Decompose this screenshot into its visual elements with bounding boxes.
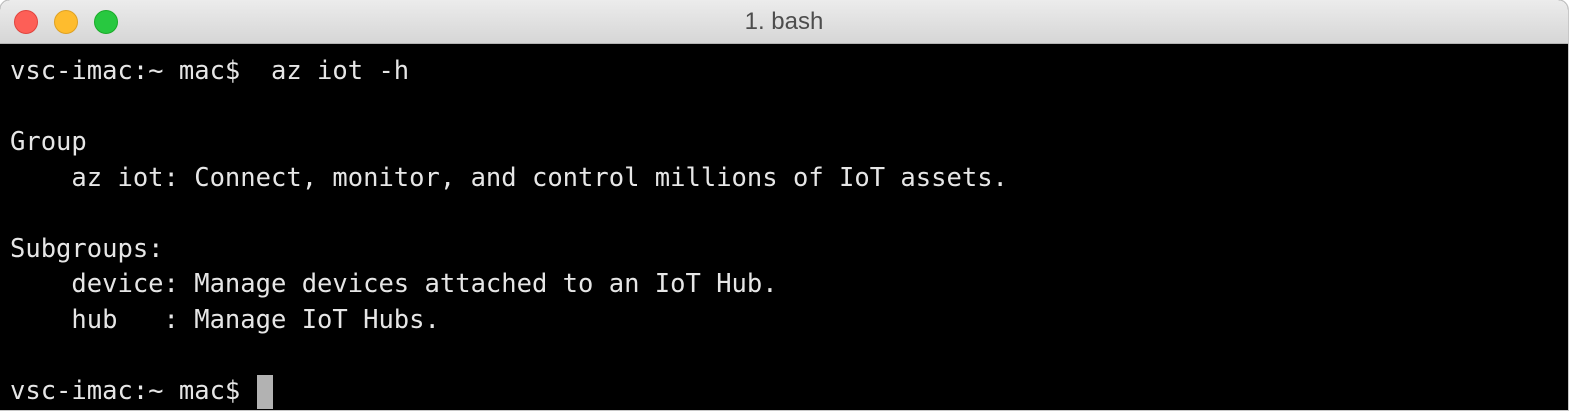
terminal-line: device: Manage devices attached to an Io… [10, 269, 778, 299]
prompt-line[interactable]: vsc-imac:~ mac$ [10, 374, 1568, 410]
scrollbar[interactable] [1562, 44, 1568, 410]
title-bar[interactable]: 1. bash [0, 0, 1568, 44]
terminal-line: vsc-imac:~ mac$ az iot -h [10, 56, 410, 86]
window-title: 1. bash [744, 8, 824, 35]
terminal-line: hub : Manage IoT Hubs. [10, 304, 440, 335]
terminal-line: az iot: Connect, monitor, and control mi… [10, 162, 1008, 193]
terminal-output[interactable]: vsc-imac:~ mac$ az iot -h Group az iot: … [0, 44, 1568, 410]
terminal-line: Group [10, 127, 87, 157]
text-cursor [256, 374, 273, 409]
terminal-window: 1. bash vsc-imac:~ mac$ az iot -h Group … [0, 0, 1568, 410]
prompt-text: vsc-imac:~ mac$ [10, 375, 256, 406]
terminal-line: Subgroups: [10, 233, 164, 264]
